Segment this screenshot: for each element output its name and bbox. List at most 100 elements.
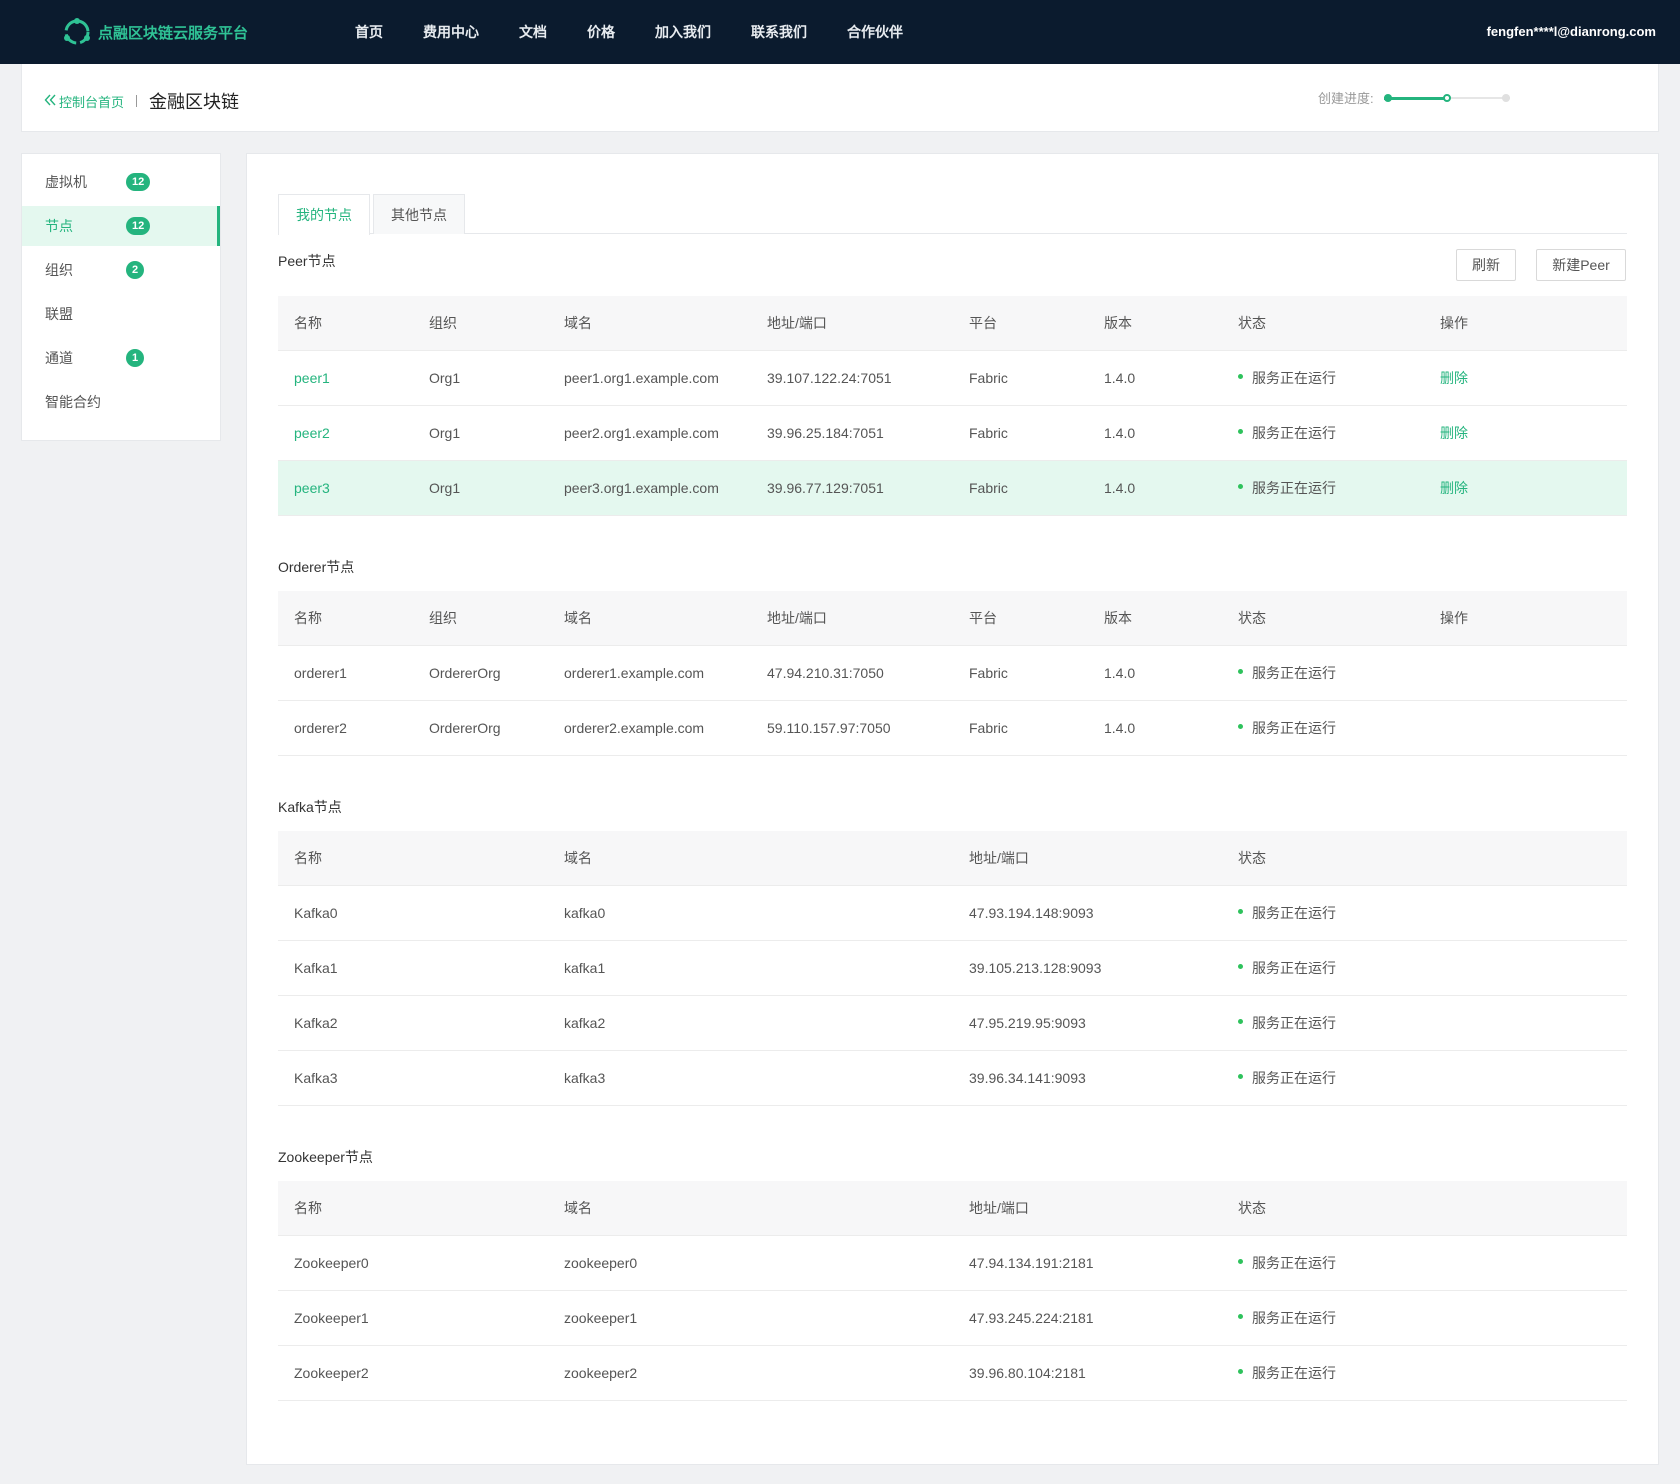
col-header-address: 地址/端口 [953, 831, 1222, 886]
progress-step-current [1442, 93, 1451, 102]
creation-progress: 创建进度: [1318, 88, 1510, 107]
refresh-button[interactable]: 刷新 [1456, 249, 1516, 281]
cell-address: 47.94.134.191:2181 [953, 1235, 1222, 1291]
back-link-label: 控制台首页 [59, 94, 125, 110]
nav-item-billing[interactable]: 费用中心 [423, 22, 479, 42]
back-to-console-link[interactable]: 控制台首页 [44, 92, 124, 111]
new-peer-button[interactable]: 新建Peer [1536, 249, 1626, 281]
nav-item-home[interactable]: 首页 [355, 22, 383, 42]
kafka-table: 名称 域名 地址/端口 状态 Kafka0 kafka0 47.93.194.1… [278, 831, 1627, 1106]
cell-address: 39.96.34.141:9093 [953, 1050, 1222, 1106]
status-dot-icon [1238, 669, 1243, 675]
status-text: 服务正在运行 [1252, 664, 1336, 681]
status-text: 服务正在运行 [1252, 479, 1336, 496]
delete-button[interactable]: 删除 [1440, 425, 1468, 441]
cell-address: 47.93.245.224:2181 [953, 1290, 1222, 1346]
col-header-address: 地址/端口 [953, 1181, 1222, 1236]
col-header-domain: 域名 [548, 296, 751, 351]
status-text: 服务正在运行 [1252, 959, 1336, 976]
double-chevron-left-icon [44, 94, 56, 109]
status-text: 服务正在运行 [1252, 1254, 1336, 1271]
cell-name: orderer2 [278, 700, 413, 756]
cell-name: Kafka2 [278, 995, 548, 1051]
count-badge: 1 [126, 349, 144, 367]
table-row: orderer1 OrdererOrg orderer1.example.com… [278, 645, 1627, 701]
sidebar-item-label: 虚拟机 [45, 174, 87, 190]
nav-item-join-us[interactable]: 加入我们 [655, 22, 711, 42]
nav-item-pricing[interactable]: 价格 [587, 22, 615, 42]
col-header-name: 名称 [278, 831, 548, 886]
sidebar-item-label: 联盟 [45, 306, 73, 322]
status-text: 服务正在运行 [1252, 904, 1336, 921]
table-row: Kafka2 kafka2 47.95.219.95:9093 服务正在运行 [278, 995, 1627, 1051]
cell-platform: Fabric [953, 350, 1088, 406]
sidebar-item-nodes[interactable]: 节点 12 [22, 206, 220, 246]
sidebar-item-label: 通道 [45, 350, 73, 366]
sidebar-item-vm[interactable]: 虚拟机 12 [22, 162, 220, 202]
brand-logo[interactable]: 点融区块链云服务平台 [62, 17, 248, 47]
cell-version: 1.4.0 [1088, 700, 1222, 756]
nav-item-partners[interactable]: 合作伙伴 [847, 22, 903, 42]
cell-name: Zookeeper0 [278, 1235, 548, 1291]
user-account[interactable]: fengfen****l@dianrong.com [1487, 24, 1656, 39]
breadcrumb-separator [136, 95, 138, 107]
cell-status: 服务正在运行 [1222, 1345, 1627, 1401]
col-header-name: 名称 [278, 591, 413, 646]
col-header-address: 地址/端口 [751, 296, 953, 351]
nav-item-docs[interactable]: 文档 [519, 22, 547, 42]
cell-address: 47.93.194.148:9093 [953, 885, 1222, 941]
peer-name-link[interactable]: peer1 [294, 370, 330, 386]
delete-button[interactable]: 删除 [1440, 480, 1468, 496]
col-header-org: 组织 [413, 591, 548, 646]
cell-status: 服务正在运行 [1222, 460, 1424, 516]
col-header-domain: 域名 [548, 1181, 953, 1236]
cell-status: 服务正在运行 [1222, 1290, 1627, 1346]
col-header-address: 地址/端口 [751, 591, 953, 646]
zookeeper-section-title: Zookeeper节点 [278, 1149, 373, 1165]
cell-version: 1.4.0 [1088, 645, 1222, 701]
delete-button[interactable]: 删除 [1440, 370, 1468, 386]
peer-name-link[interactable]: peer2 [294, 425, 330, 441]
cell-address: 39.107.122.24:7051 [751, 350, 953, 406]
table-row: Kafka0 kafka0 47.93.194.148:9093 服务正在运行 [278, 885, 1627, 941]
tab-other-nodes[interactable]: 其他节点 [373, 194, 465, 234]
cell-status: 服务正在运行 [1222, 1050, 1627, 1106]
cell-name: Kafka1 [278, 940, 548, 996]
cell-domain: orderer2.example.com [548, 700, 751, 756]
progress-fill [1383, 96, 1447, 100]
cell-domain: kafka2 [548, 995, 953, 1051]
peer-name-link[interactable]: peer3 [294, 480, 330, 496]
sidebar-item-consortium[interactable]: 联盟 [22, 294, 220, 334]
nav-item-contact[interactable]: 联系我们 [751, 22, 807, 42]
cell-platform: Fabric [953, 405, 1088, 461]
cell-org: OrdererOrg [413, 645, 548, 701]
status-dot-icon [1238, 1074, 1243, 1080]
progress-track [1383, 93, 1510, 103]
progress-step-end [1501, 93, 1510, 102]
table-row: Zookeeper1 zookeeper1 47.93.245.224:2181… [278, 1290, 1627, 1346]
col-header-status: 状态 [1222, 296, 1424, 351]
status-text: 服务正在运行 [1252, 1309, 1336, 1326]
cell-name: Kafka0 [278, 885, 548, 941]
status-text: 服务正在运行 [1252, 1364, 1336, 1381]
status-dot-icon [1238, 964, 1243, 970]
sidebar-item-orgs[interactable]: 组织 2 [22, 250, 220, 290]
cell-address: 47.95.219.95:9093 [953, 995, 1222, 1051]
cell-status: 服务正在运行 [1222, 885, 1627, 941]
tab-my-nodes[interactable]: 我的节点 [278, 194, 370, 235]
cell-address: 39.105.213.128:9093 [953, 940, 1222, 996]
col-header-version: 版本 [1088, 296, 1222, 351]
main-panel: 我的节点 其他节点 Peer节点 刷新 新建Peer 名称 组织 域名 地址/端… [246, 153, 1659, 1465]
progress-step-start [1383, 93, 1392, 102]
col-header-domain: 域名 [548, 591, 751, 646]
cell-domain: zookeeper2 [548, 1345, 953, 1401]
sidebar-item-label: 节点 [45, 218, 73, 234]
sidebar-item-smart-contracts[interactable]: 智能合约 [22, 382, 220, 422]
progress-label: 创建进度: [1318, 91, 1374, 106]
col-header-status: 状态 [1222, 591, 1424, 646]
status-dot-icon [1238, 724, 1243, 730]
main-nav: 首页 费用中心 文档 价格 加入我们 联系我们 合作伙伴 [355, 0, 943, 64]
sidebar-item-channels[interactable]: 通道 1 [22, 338, 220, 378]
page-header: 控制台首页 金融区块链 创建进度: [21, 64, 1659, 132]
node-tabs: 我的节点 其他节点 [278, 194, 1627, 235]
